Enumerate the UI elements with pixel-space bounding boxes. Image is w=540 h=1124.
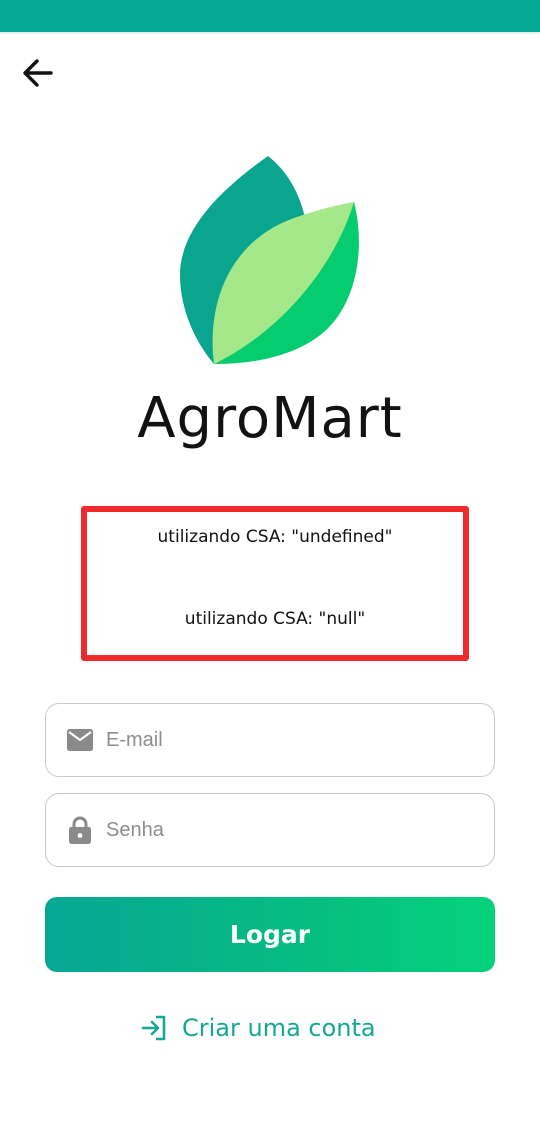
login-button[interactable]: Logar [45,897,495,972]
arrow-left-icon [23,59,53,87]
debug-info-box: utilizando CSA: "undefined" utilizando C… [81,506,469,661]
status-bar [0,0,540,32]
envelope-icon [66,726,94,754]
email-input[interactable] [106,704,476,776]
create-account-label: Criar uma conta [182,1014,376,1042]
password-input[interactable] [106,794,476,866]
status-bar-divider [0,32,540,35]
debug-csa-line-2: utilizando CSA: "null" [184,609,366,629]
leaf-logo-icon [180,156,359,364]
login-screen: AgroMart utilizando CSA: "undefined" uti… [0,0,540,1124]
debug-csa-line-1: utilizando CSA: "undefined" [157,527,393,547]
login-arrow-icon [140,1014,168,1042]
lock-icon [66,816,94,844]
password-field[interactable] [45,793,495,867]
create-account-link[interactable]: Criar uma conta [140,1010,376,1046]
back-button[interactable] [14,50,62,96]
app-title: AgroMart [137,386,403,451]
email-field[interactable] [45,703,495,777]
